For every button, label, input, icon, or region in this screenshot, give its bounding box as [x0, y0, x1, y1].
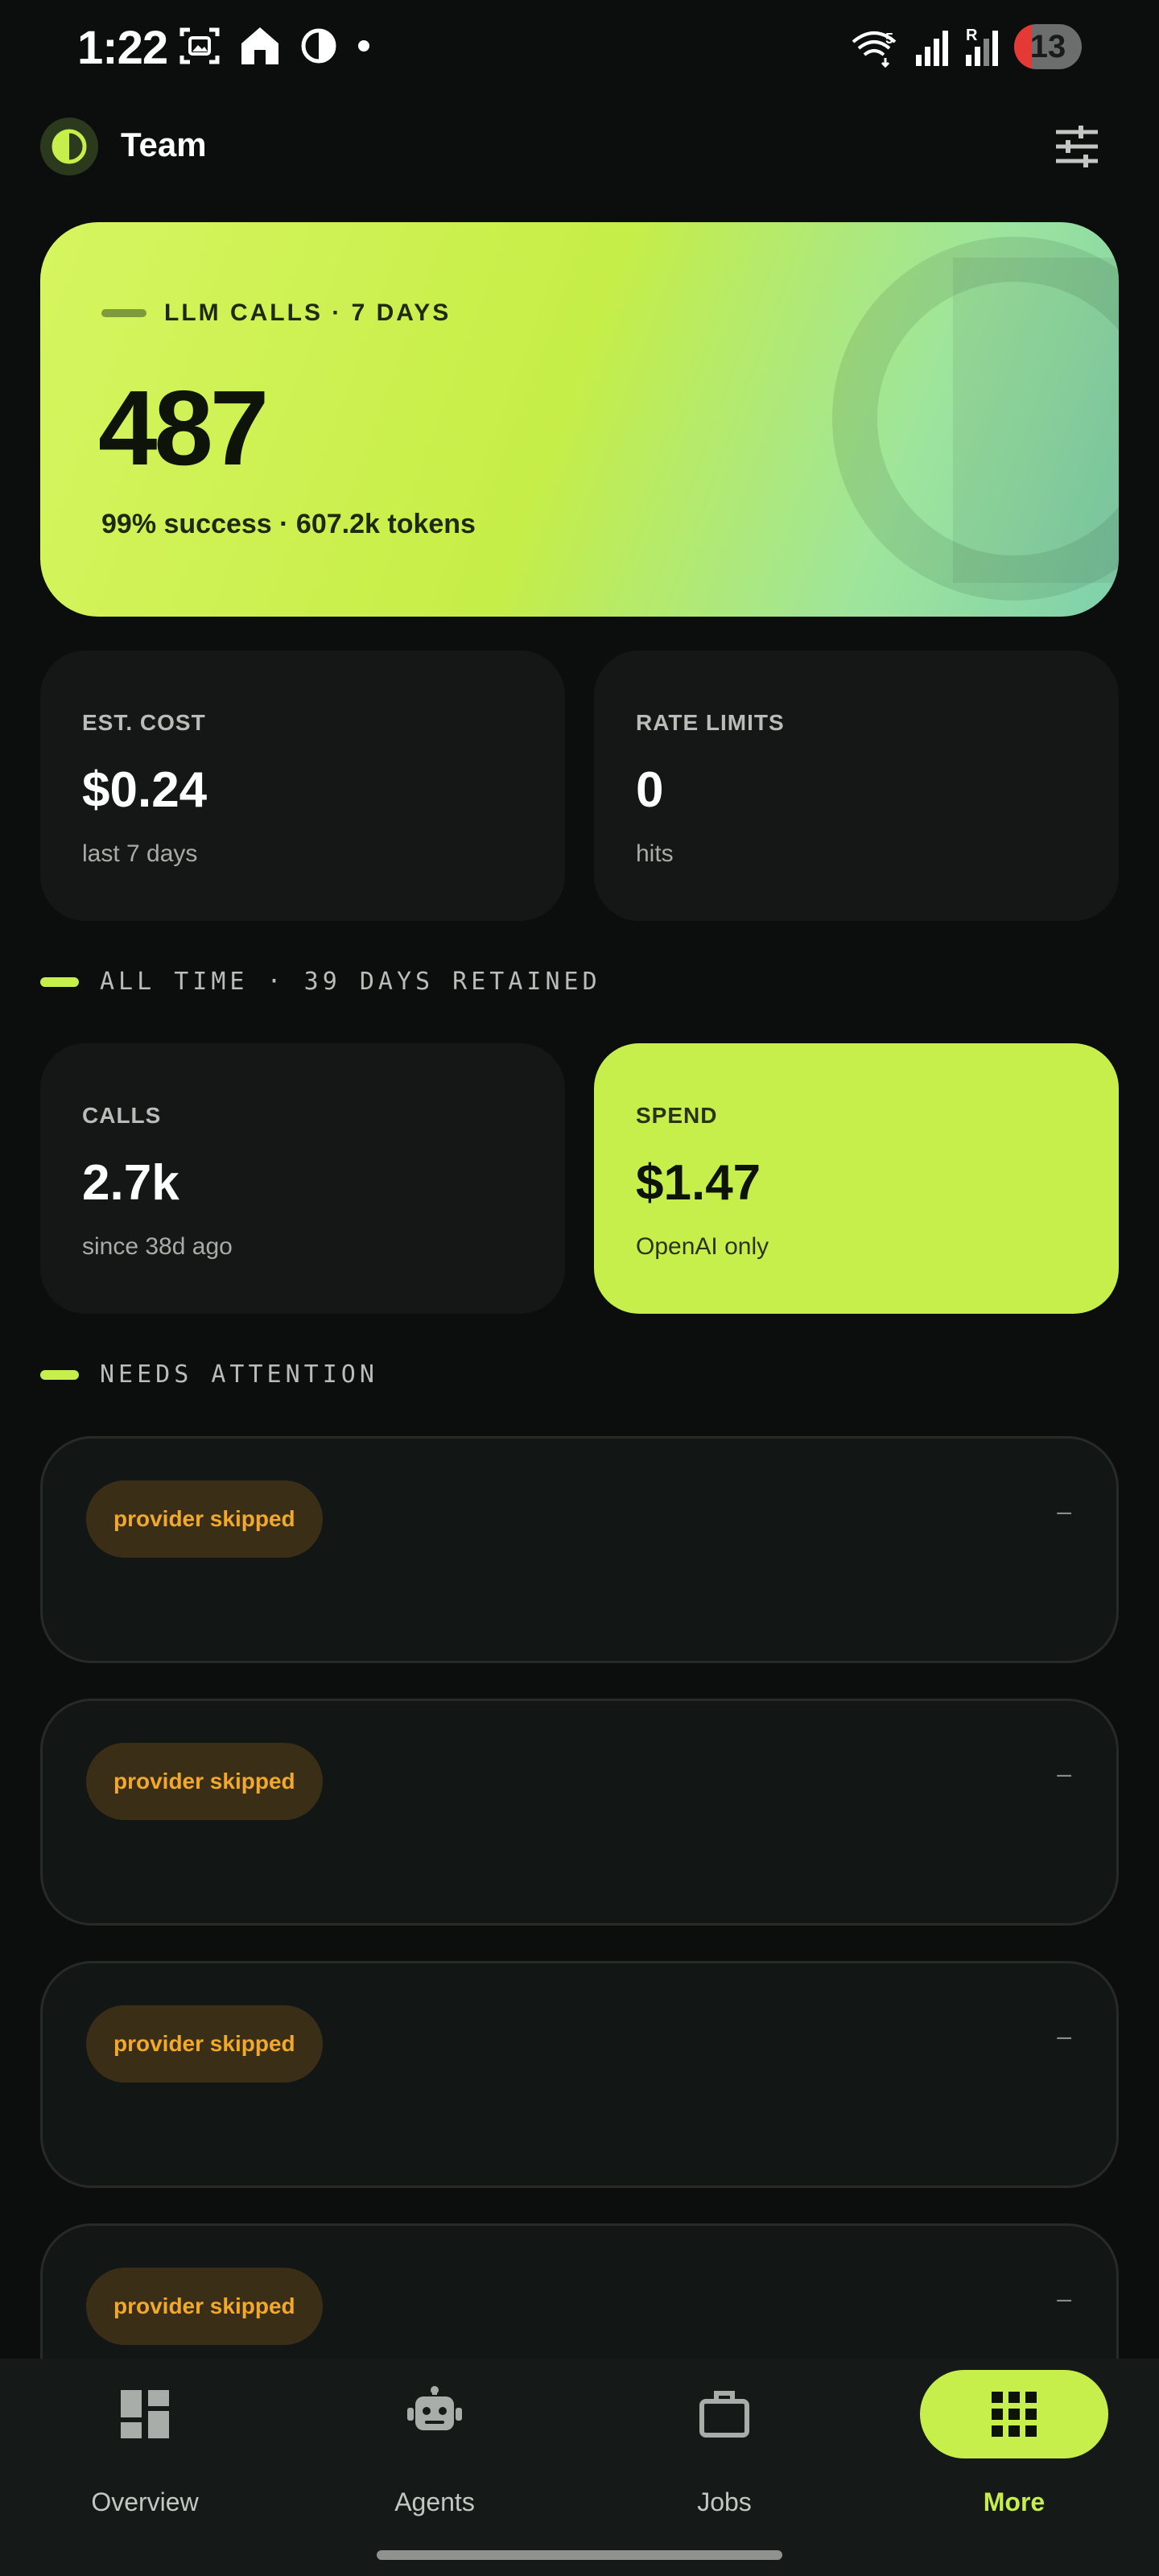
decorative-circle-icon	[832, 237, 1119, 601]
grid-icon	[992, 2392, 1037, 2437]
section-bar	[40, 1369, 79, 1380]
hero-eyebrow-label: LLM CALLS · 7 DAYS	[164, 299, 452, 326]
wifi-label: 5	[885, 31, 893, 47]
wifi-icon: 5	[852, 31, 897, 68]
item-meta: –	[1057, 2021, 1071, 2050]
status-badge: provider skipped	[86, 1743, 323, 1820]
attention-item[interactable]: provider skipped –	[40, 1436, 1119, 1663]
robot-icon	[407, 2386, 462, 2430]
home-notification-icon	[241, 27, 278, 64]
stat-value: $0.24	[82, 762, 208, 818]
signal-icon	[916, 31, 948, 66]
stat-label: EST. COST	[82, 710, 206, 735]
signal-roaming-icon: R	[966, 27, 998, 66]
dashboard-icon	[121, 2390, 169, 2438]
page-title: Team	[121, 126, 207, 163]
item-meta: –	[1057, 1759, 1071, 1788]
status-badge: provider skipped	[86, 2005, 323, 2083]
nav-label: Agents	[394, 2487, 475, 2516]
nav-label: Overview	[91, 2487, 199, 2516]
status-notification-icons	[179, 24, 372, 68]
hero-value: 487	[98, 369, 269, 487]
attention-item[interactable]: provider skipped –	[40, 1961, 1119, 2188]
status-system-icons: 5 R 13	[850, 24, 1082, 69]
stat-sub: OpenAI only	[636, 1233, 769, 1260]
spend-card[interactable]: SPEND $1.47 OpenAI only	[594, 1043, 1119, 1314]
briefcase-icon	[699, 2391, 749, 2438]
roaming-label: R	[966, 27, 978, 44]
half-circle-icon[interactable]	[40, 118, 98, 175]
item-meta: –	[1057, 1496, 1071, 1525]
nav-item-jobs[interactable]: Jobs	[580, 2359, 869, 2552]
status-time: 1:22	[77, 22, 168, 74]
section-bar	[40, 976, 79, 987]
nav-item-overview[interactable]: Overview	[0, 2359, 290, 2552]
section-header-needs-attention: NEEDS ATTENTION	[40, 1360, 378, 1389]
section-label: NEEDS ATTENTION	[100, 1360, 378, 1389]
home-indicator[interactable]	[377, 2550, 782, 2560]
nav-label: More	[983, 2487, 1046, 2516]
nav-label: Jobs	[697, 2487, 752, 2516]
stat-sub: last 7 days	[82, 840, 198, 867]
hero-eyebrow: LLM CALLS · 7 DAYS	[101, 299, 451, 327]
eyebrow-bar	[101, 309, 146, 317]
battery-indicator: 13	[1014, 24, 1082, 69]
status-bar: 1:22 5 R 13	[0, 0, 1159, 97]
nav-item-agents[interactable]: Agents	[290, 2359, 580, 2552]
stat-sub: since 38d ago	[82, 1233, 233, 1260]
dot-icon	[358, 40, 369, 52]
stat-label: SPEND	[636, 1103, 718, 1128]
status-badge: provider skipped	[86, 2268, 323, 2345]
item-meta: –	[1057, 2284, 1071, 2313]
stat-value: 0	[636, 762, 664, 818]
llm-calls-hero-card[interactable]: LLM CALLS · 7 DAYS 487 99% success · 607…	[40, 222, 1119, 617]
sliders-icon	[1056, 126, 1098, 167]
screen: 1:22 5 R 13 Team LLM CALLS · 7 DAYS 487 …	[0, 0, 1159, 2576]
bottom-navigation: Overview Agents Jobs More	[0, 2359, 1159, 2576]
screenshot-icon	[179, 27, 220, 64]
filter-button[interactable]	[1048, 118, 1106, 175]
stat-label: RATE LIMITS	[636, 710, 785, 735]
app-header: Team	[0, 113, 1159, 180]
calls-card[interactable]: CALLS 2.7k since 38d ago	[40, 1043, 565, 1314]
attention-item[interactable]: provider skipped –	[40, 1699, 1119, 1926]
nav-item-more[interactable]: More	[869, 2359, 1159, 2552]
battery-level: 13	[1029, 29, 1066, 64]
section-label: ALL TIME · 39 DAYS RETAINED	[100, 968, 601, 996]
section-header-all-time: ALL TIME · 39 DAYS RETAINED	[40, 968, 601, 996]
stat-value: $1.47	[636, 1155, 761, 1211]
stat-label: CALLS	[82, 1103, 162, 1128]
contrast-icon	[301, 28, 336, 64]
rate-limits-card[interactable]: RATE LIMITS 0 hits	[594, 650, 1119, 921]
hero-subtitle: 99% success · 607.2k tokens	[101, 509, 476, 539]
stat-value: 2.7k	[82, 1155, 179, 1211]
status-badge: provider skipped	[86, 1480, 323, 1558]
est-cost-card[interactable]: EST. COST $0.24 last 7 days	[40, 650, 565, 921]
stat-sub: hits	[636, 840, 674, 867]
